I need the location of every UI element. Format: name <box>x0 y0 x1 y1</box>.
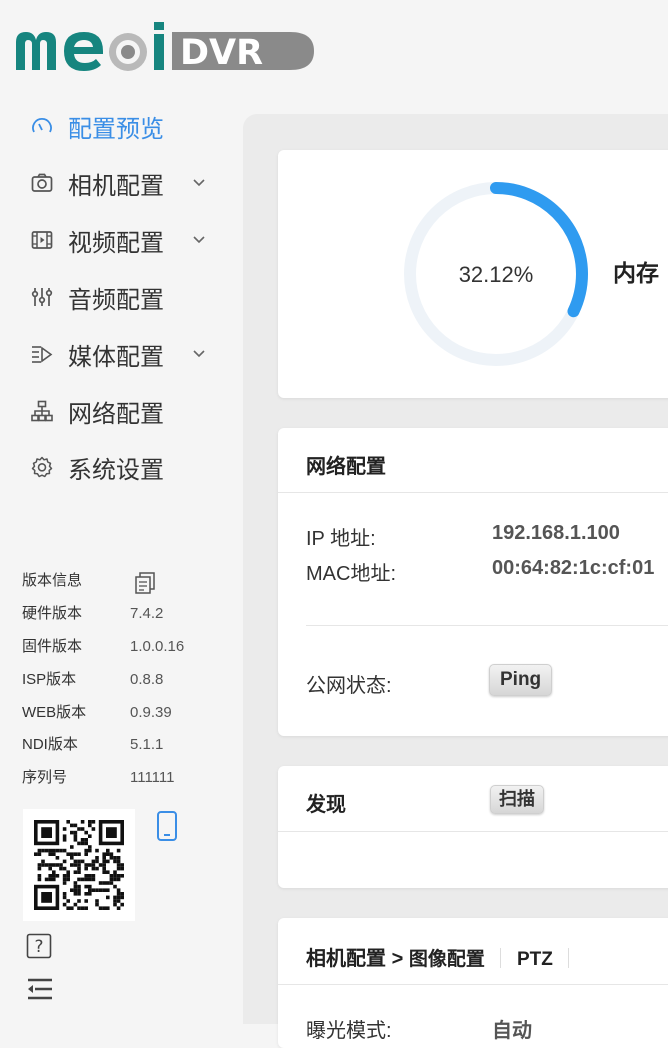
divider <box>278 984 668 985</box>
exposure-mode-value[interactable]: 自动 <box>492 1014 532 1043</box>
copy-icon[interactable] <box>134 571 156 602</box>
ping-button[interactable]: Ping <box>489 664 553 696</box>
discover-card: 发现 扫描 <box>278 766 668 888</box>
version-row-firmware: 固件版本 1.0.0.16 <box>22 638 185 655</box>
nav-label: 媒体配置 <box>68 343 164 371</box>
tab-separator <box>500 948 502 968</box>
app-logo[interactable]: DVR <box>14 20 314 76</box>
chevron-down-icon[interactable] <box>192 232 206 251</box>
logo-graphic: DVR <box>16 22 314 73</box>
camera-card: 相机配置 > 图像配置 PTZ 曝光模式: 自动 <box>278 918 668 1048</box>
nav-item-camera[interactable]: 相机配置 <box>30 163 230 203</box>
tab-image-config[interactable]: 图像配置 <box>409 949 485 970</box>
version-row-hardware: 硬件版本 7.4.2 <box>22 605 164 622</box>
nav-label: 配置预览 <box>68 115 164 143</box>
main-content: 32.12% 内存 网络配置 IP 地址: 192.168.1.100 MAC地… <box>243 114 668 1048</box>
media-icon <box>30 342 54 366</box>
nav-label: 音频配置 <box>68 286 164 314</box>
chevron-down-icon[interactable] <box>192 175 206 194</box>
ip-value: 192.168.1.100 <box>492 522 620 544</box>
camera-breadcrumb: 相机配置 > 图像配置 PTZ <box>306 942 579 971</box>
camera-icon <box>30 171 54 195</box>
network-card: 网络配置 IP 地址: 192.168.1.100 MAC地址: 00:64:8… <box>278 428 668 736</box>
mac-label: MAC地址: <box>306 563 396 585</box>
qr-code <box>23 809 135 921</box>
scan-button[interactable]: 扫描 <box>490 785 544 814</box>
divider <box>278 492 668 493</box>
nav-item-media[interactable]: 媒体配置 <box>30 334 230 374</box>
nav-item-network[interactable]: 网络配置 <box>30 391 230 431</box>
nav-item-overview[interactable]: 配置预览 <box>30 106 230 146</box>
tab-separator <box>568 948 570 968</box>
network-icon <box>30 399 54 423</box>
divider <box>306 625 668 626</box>
version-title: 版本信息 <box>22 572 83 589</box>
help-icon[interactable]: ? <box>26 933 52 964</box>
breadcrumb-separator: > <box>391 948 404 970</box>
chevron-down-icon[interactable] <box>192 346 206 365</box>
nav-label: 相机配置 <box>68 172 164 200</box>
breadcrumb-camera[interactable]: 相机配置 <box>306 948 386 970</box>
sidebar: DVR 配置预览 相机配置 视频配置 音频配置 媒体配置 网络配置 系统设置 版… <box>0 0 314 1024</box>
memory-ring-chart: 32.12% <box>404 182 588 366</box>
nav-item-video[interactable]: 视频配置 <box>30 220 230 260</box>
film-icon <box>30 228 54 252</box>
network-card-title: 网络配置 <box>306 456 386 478</box>
version-row-ndi: NDI版本 5.1.1 <box>22 736 164 753</box>
svg-text:?: ? <box>34 937 43 957</box>
gear-icon <box>30 455 54 479</box>
nav-item-system[interactable]: 系统设置 <box>30 447 230 487</box>
memory-percent-label: 32.12% <box>459 262 534 287</box>
nav-item-audio[interactable]: 音频配置 <box>30 277 230 317</box>
svg-text:DVR: DVR <box>180 33 263 73</box>
dashboard-icon <box>30 114 54 138</box>
memory-card: 32.12% 内存 <box>278 150 668 398</box>
version-row-web: WEB版本 0.9.39 <box>22 704 172 721</box>
mixer-icon <box>30 285 54 309</box>
version-title-row: 版本信息 <box>22 570 222 594</box>
discover-card-title: 发现 <box>306 794 346 816</box>
tab-ptz[interactable]: PTZ <box>517 949 553 970</box>
version-row-serial: 序列号 111111 <box>22 769 175 786</box>
exposure-mode-label: 曝光模式: <box>306 1020 392 1042</box>
collapse-menu-icon[interactable] <box>26 976 54 1007</box>
public-status-label: 公网状态: <box>306 675 392 697</box>
ip-label: IP 地址: <box>306 528 376 550</box>
mac-value: 00:64:82:1c:cf:01 <box>492 557 655 579</box>
divider <box>278 831 668 832</box>
nav-label: 网络配置 <box>68 400 164 428</box>
version-row-isp: ISP版本 0.8.8 <box>22 671 164 688</box>
mobile-phone-icon[interactable] <box>155 810 179 847</box>
nav-label: 视频配置 <box>68 229 164 257</box>
memory-label: 内存 <box>613 260 659 286</box>
nav-label: 系统设置 <box>68 456 164 484</box>
